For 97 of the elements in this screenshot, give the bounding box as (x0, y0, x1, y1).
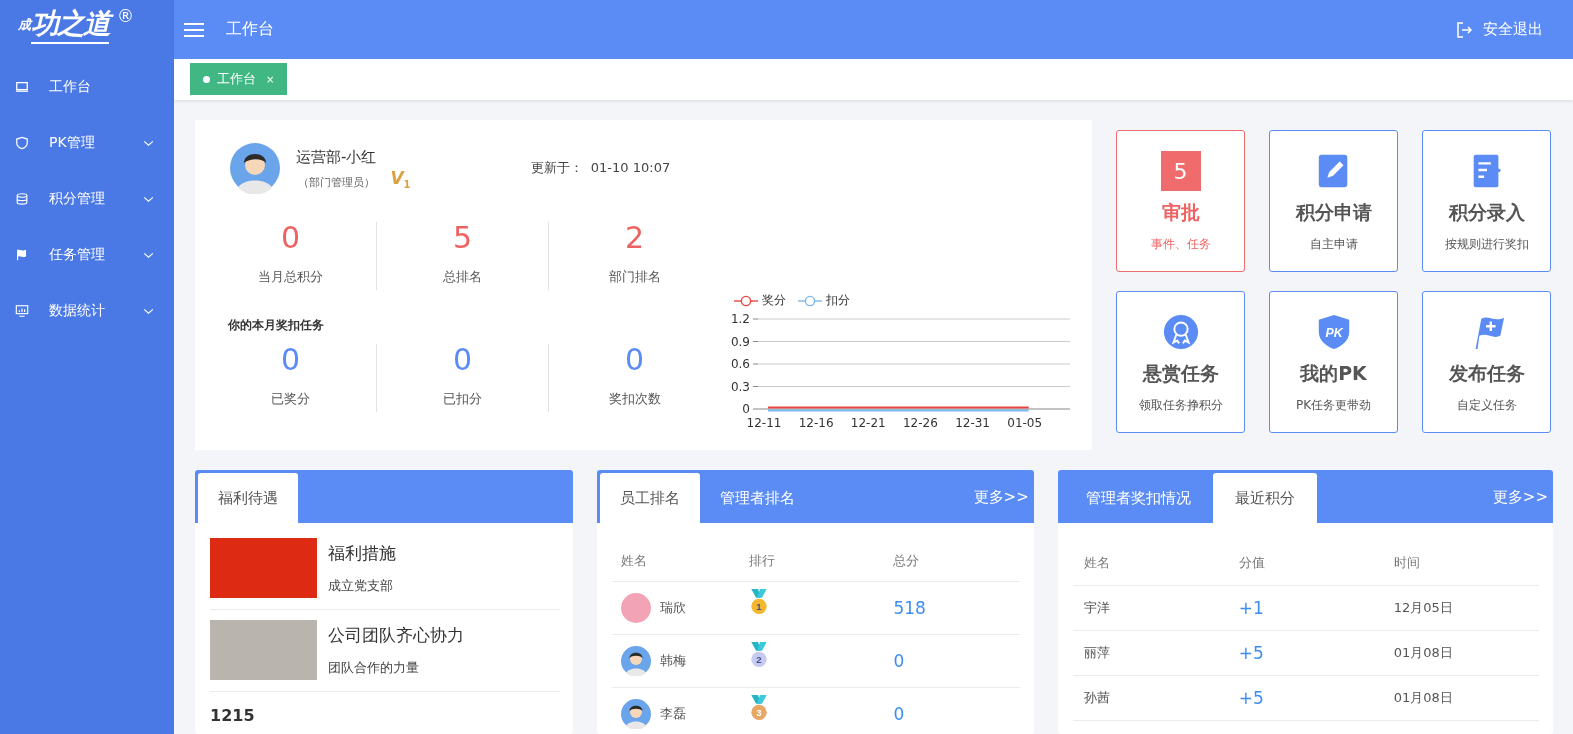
column-header: 分值 (1238, 554, 1266, 572)
shortcut-subtitle: 按规则进行奖扣 (1444, 236, 1529, 253)
legend-item[interactable]: 扣分 (798, 292, 850, 309)
person-name: 韩梅 (660, 652, 687, 670)
column-header: 时间 (1393, 554, 1421, 572)
y-tick-label: 0.3 (730, 379, 750, 394)
article-title[interactable]: 1215 (210, 706, 255, 725)
total-score: 518 (893, 598, 927, 618)
shortcut-card[interactable]: 发布任务 自定义任务 (1422, 291, 1551, 433)
y-tick-label: 0.9 (730, 334, 750, 349)
shortcut-title: 发布任务 (1448, 361, 1525, 386)
stat-label: 已扣分 (443, 390, 482, 408)
shortcut-subtitle: 领取任务挣积分 (1138, 397, 1223, 414)
article-title[interactable]: 公司团队齐心协力 (328, 624, 464, 647)
stat-value: 0 (452, 344, 473, 376)
stat-value: 0 (280, 222, 301, 254)
column-header: 总分 (893, 552, 921, 570)
score-value: +5 (1238, 688, 1265, 708)
sidebar-item[interactable]: 积分管理 (0, 171, 174, 227)
avatar (621, 646, 652, 676)
stat-label: 已奖分 (271, 390, 310, 408)
shortcut-title: 积分申请 (1295, 200, 1372, 225)
sidebar-item[interactable]: 工作台 (0, 59, 174, 115)
article-summary: 成立党支部 (328, 577, 394, 595)
score-value: +1 (1238, 598, 1265, 618)
stat-label: 当月总积分 (258, 268, 323, 286)
menu-icon[interactable] (184, 21, 204, 38)
stat-value: 5 (452, 222, 473, 254)
logout-icon (1455, 20, 1473, 39)
stat-label: 总排名 (443, 268, 482, 286)
shortcut-title: 审批 (1161, 200, 1200, 225)
avatar (230, 142, 280, 194)
award-icon (1161, 313, 1200, 351)
chart-icon (15, 304, 29, 318)
shortcut-card[interactable]: PK 我的PK PK任务更带劲 (1269, 291, 1398, 433)
sidebar-item[interactable]: 任务管理 (0, 227, 174, 283)
shortcut-card[interactable]: 积分录入 按规则进行奖扣 (1422, 130, 1551, 272)
person-name: 李磊 (660, 705, 687, 723)
monitor-icon (15, 80, 29, 94)
score-value: +5 (1238, 643, 1265, 663)
shortcut-subtitle: 事件、任务 (1150, 236, 1211, 253)
date-text: 12月05日 (1393, 599, 1454, 617)
database-icon (15, 192, 29, 206)
x-tick-label: 12-11 (746, 416, 782, 430)
legend-marker-icon (798, 294, 822, 307)
shortcut-title: 积分录入 (1448, 200, 1525, 225)
panel-tab[interactable]: 最近积分 (1212, 473, 1317, 523)
date-text: 01月08日 (1393, 689, 1454, 707)
level-text: V$_{1}$ (390, 168, 411, 191)
x-tick-label: 12-31 (955, 416, 990, 430)
date-text: 01月08日 (1393, 644, 1454, 662)
sidebar-item[interactable]: PK管理 (0, 115, 174, 171)
person-name: 宇洋 (1083, 599, 1111, 617)
panel-tab[interactable]: 福利待遇 (198, 473, 298, 523)
shortcut-title: 我的PK (1300, 361, 1367, 386)
person-name: 孙茜 (1083, 689, 1111, 707)
column-header: 姓名 (621, 552, 649, 570)
column-header: 姓名 (1083, 554, 1111, 572)
y-tick-label: 0.6 (730, 357, 750, 371)
total-score: 0 (893, 704, 906, 724)
count-badge: 5 (1160, 151, 1201, 191)
total-score: 0 (893, 651, 906, 671)
avatar (621, 699, 652, 729)
user-role: （部门管理员） (297, 175, 375, 190)
stat-label: 奖扣次数 (608, 390, 661, 408)
shortcut-subtitle: PK任务更带劲 (1295, 397, 1372, 414)
x-tick-label: 12-26 (903, 416, 938, 430)
sidebar-item[interactable]: 数据统计 (0, 283, 174, 339)
x-tick-label: 01-05 (1007, 416, 1043, 430)
shortcut-subtitle: 自主申请 (1309, 236, 1358, 253)
stat-value: 0 (624, 344, 645, 376)
person-name: 丽萍 (1083, 644, 1111, 662)
x-tick-label: 12-16 (798, 416, 834, 430)
person-name: 瑞欣 (660, 599, 687, 617)
page-title: 工作台 (226, 19, 274, 40)
x-tick-label: 12-21 (850, 416, 886, 430)
stat-value: 2 (624, 222, 645, 254)
stat-value: 0 (280, 344, 301, 376)
panel-tab[interactable]: 员工排名 (600, 473, 701, 523)
update-time: 更新于： 01-10 10:07 (530, 159, 671, 177)
y-tick-label: 0 (742, 402, 750, 416)
shortcut-title: 悬赏任务 (1142, 361, 1219, 386)
column-header: 排行 (749, 552, 777, 570)
shortcut-subtitle: 自定义任务 (1456, 397, 1517, 414)
photo-placeholder (621, 593, 652, 623)
article-summary: 团队合作的力量 (328, 659, 420, 677)
legend-item[interactable]: 奖分 (734, 292, 786, 309)
shortcut-card[interactable]: 积分申请 自主申请 (1269, 130, 1398, 272)
user-name: 运营部-小红 (296, 148, 377, 167)
shield-icon (15, 136, 29, 150)
article-title[interactable]: 福利措施 (328, 542, 396, 565)
legend-marker-icon (734, 294, 758, 307)
section-title: 你的本月奖扣任务 (228, 317, 325, 334)
y-tick-label: 1.2 (730, 312, 750, 326)
flag-icon (15, 248, 29, 262)
shortcut-card[interactable]: 悬赏任务 领取任务挣积分 (1116, 291, 1245, 433)
stat-label: 部门排名 (608, 268, 661, 286)
